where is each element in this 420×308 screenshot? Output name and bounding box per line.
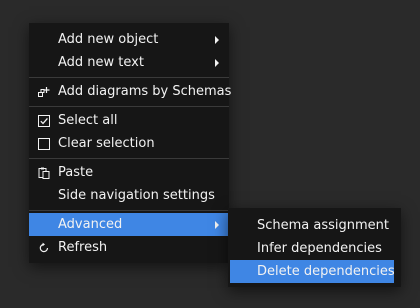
menu-item-label: Add diagrams by Schemas <box>58 84 232 99</box>
menu-item-advanced[interactable]: Advanced <box>29 213 229 236</box>
menu-separator <box>29 77 229 78</box>
menu-item-side-navigation-settings[interactable]: Side navigation settings <box>29 184 229 207</box>
submenu-item-delete-dependencies[interactable]: Delete dependencies <box>230 260 395 283</box>
submenu-item-label: Schema assignment <box>257 218 390 233</box>
advanced-submenu: Schema assignment Infer dependencies Del… <box>228 208 401 287</box>
menu-item-label: Advanced <box>58 217 123 232</box>
menu-item-select-all[interactable]: Select all <box>29 109 229 132</box>
chevron-right-icon <box>215 220 219 229</box>
menu-item-label: Add new object <box>58 32 159 47</box>
checkbox-empty-icon <box>38 137 50 150</box>
menu-item-label: Select all <box>58 113 118 128</box>
canvas: Add new object Add new text Add diagrams… <box>0 0 420 308</box>
paste-icon <box>38 167 50 179</box>
menu-separator <box>29 210 229 211</box>
submenu-item-infer-dependencies[interactable]: Infer dependencies <box>230 237 394 260</box>
menu-item-refresh[interactable]: Refresh <box>29 236 229 259</box>
chevron-right-icon <box>215 35 219 44</box>
menu-item-add-diagrams-by-schemas[interactable]: Add diagrams by Schemas <box>29 80 232 103</box>
menu-item-label: Side navigation settings <box>58 188 215 203</box>
menu-item-label: Refresh <box>58 240 108 255</box>
menu-separator <box>29 106 229 107</box>
submenu-item-label: Delete dependencies <box>257 264 395 279</box>
menu-item-label: Add new text <box>58 55 144 70</box>
add-diagram-icon <box>38 86 50 97</box>
submenu-item-label: Infer dependencies <box>257 241 382 256</box>
menu-item-paste[interactable]: Paste <box>29 161 229 184</box>
menu-item-add-new-object[interactable]: Add new object <box>29 28 229 51</box>
checkbox-checked-icon <box>38 114 50 127</box>
menu-item-label: Clear selection <box>58 136 155 151</box>
submenu-item-schema-assignment[interactable]: Schema assignment <box>230 214 394 237</box>
menu-item-clear-selection[interactable]: Clear selection <box>29 132 229 155</box>
menu-item-add-new-text[interactable]: Add new text <box>29 51 229 74</box>
chevron-right-icon <box>215 58 219 67</box>
refresh-icon <box>39 242 49 252</box>
menu-item-label: Paste <box>58 165 94 180</box>
context-menu: Add new object Add new text Add diagrams… <box>29 23 232 263</box>
menu-separator <box>29 158 229 159</box>
